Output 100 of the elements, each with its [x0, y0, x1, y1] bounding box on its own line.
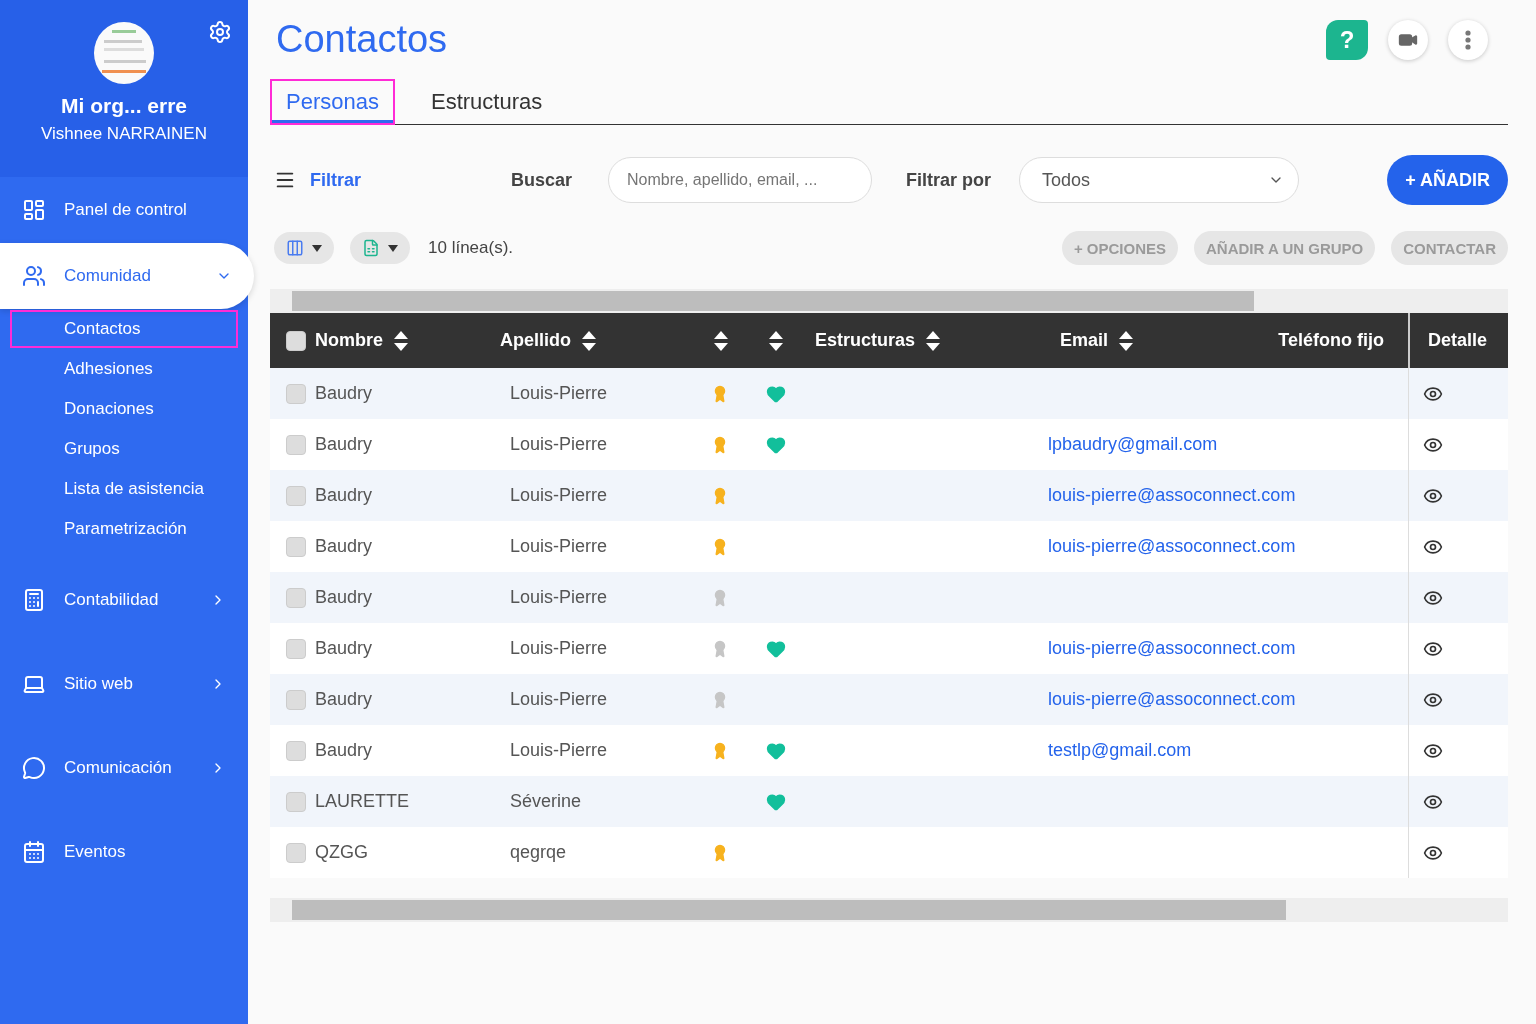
nav-item[interactable]: Panel de control	[0, 177, 248, 243]
column-header: Detalle	[1428, 330, 1488, 351]
table-cell: Séverine	[510, 791, 582, 812]
user-name: Vishnee NARRAINEN	[41, 124, 207, 144]
filter-by-label: Filtrar por	[906, 169, 992, 191]
scrollbar[interactable]	[270, 898, 1508, 922]
nav-subitem[interactable]: Parametrización	[10, 510, 238, 548]
column-header: Estructuras	[815, 330, 916, 351]
table-cell: Louis-Pierre	[510, 689, 608, 710]
sort-icon[interactable]	[393, 329, 409, 352]
sort-icon[interactable]	[1118, 329, 1135, 352]
email-link[interactable]: louis-pierre@assoconnect.com	[1048, 485, 1296, 506]
checkbox[interactable]	[286, 383, 306, 404]
table-row[interactable]: Baudry Louis-Pierre louis-pierre@assoconnect.com	[270, 623, 1508, 674]
nav-item[interactable]: Eventos	[0, 819, 248, 885]
table-row[interactable]: Baudry Louis-Pierre louis-pierre@assoconnect.com	[270, 674, 1508, 725]
checkbox[interactable]	[286, 740, 306, 761]
table-cell: Louis-Pierre	[510, 434, 608, 455]
table-cell: Louis-Pierre	[510, 638, 608, 659]
table-row[interactable]: Baudry Louis-Pierre louis-pierre@assoconnect.com	[270, 470, 1508, 521]
tab[interactable]: Personas	[270, 79, 395, 125]
calendar-icon	[22, 840, 46, 864]
table-row[interactable]: Baudry Louis-Pierre	[270, 572, 1508, 623]
table-cell: Louis-Pierre	[510, 536, 608, 557]
nav-subitem[interactable]: Grupos	[10, 430, 238, 468]
table-row[interactable]: QZGG qegrqe	[270, 827, 1508, 878]
columns-icon	[286, 239, 304, 257]
page-title: Contactos	[276, 18, 448, 61]
filter-dropdown[interactable]: Todos	[1019, 157, 1300, 203]
nav-item[interactable]: Comunidad	[0, 243, 254, 309]
checkbox[interactable]	[286, 536, 306, 557]
email-link[interactable]: testlp@gmail.com	[1048, 740, 1192, 761]
checkbox[interactable]	[286, 330, 306, 351]
table-row[interactable]: Baudry Louis-Pierre lpbaudry@gmail.com	[270, 419, 1508, 470]
nav-subitem[interactable]: Adhesiones	[10, 350, 238, 388]
filter-button[interactable]: Filtrar	[274, 169, 361, 191]
nav-item[interactable]: Comunicación	[0, 735, 248, 801]
column-header: Email	[1060, 330, 1109, 351]
more-button[interactable]	[1448, 19, 1488, 60]
checkbox[interactable]	[286, 791, 306, 812]
table-cell: qegrqe	[510, 842, 567, 863]
caret-icon	[312, 244, 322, 252]
table-cell: Baudry	[315, 587, 373, 608]
sort-icon[interactable]	[713, 329, 729, 352]
table-cell: Baudry	[315, 638, 373, 659]
table-cell: Louis-Pierre	[510, 485, 608, 506]
email-link[interactable]: louis-pierre@assoconnect.com	[1048, 689, 1296, 710]
table-cell: LAURETTE	[315, 791, 410, 812]
table-cell: Baudry	[315, 434, 373, 455]
checkbox[interactable]	[286, 434, 306, 455]
email-link[interactable]: louis-pierre@assoconnect.com	[1048, 536, 1296, 557]
people-icon	[22, 264, 46, 288]
search-label: Buscar	[511, 169, 573, 191]
nav-item[interactable]: Sitio web	[0, 651, 248, 717]
column-header: Nombre	[315, 330, 383, 351]
spreadsheet-icon	[362, 239, 380, 257]
checkbox[interactable]	[286, 485, 306, 506]
email-link[interactable]: lpbaudry@gmail.com	[1048, 434, 1218, 455]
checkbox[interactable]	[286, 587, 306, 608]
settings-icon[interactable]	[208, 20, 232, 44]
nav-subitem[interactable]: Contactos	[10, 310, 238, 348]
more-icon	[1465, 29, 1471, 50]
help-button[interactable]: ?	[1326, 19, 1368, 60]
add-button[interactable]: + AÑADIR	[1387, 155, 1508, 205]
table-row[interactable]: Baudry Louis-Pierre louis-pierre@assoconnect.com	[270, 521, 1508, 572]
scrollbar[interactable]	[270, 289, 1508, 313]
table-row[interactable]: Baudry Louis-Pierre testlp@gmail.com	[270, 725, 1508, 776]
columns-button[interactable]	[274, 232, 334, 264]
organization-name: Mi org... erre	[61, 94, 187, 118]
chat-bubble-icon	[22, 756, 46, 780]
table-cell: Baudry	[315, 536, 373, 557]
checkbox[interactable]	[286, 689, 306, 710]
table-cell: Baudry	[315, 383, 373, 404]
line-count: 10 línea(s).	[428, 238, 514, 258]
email-link[interactable]: louis-pierre@assoconnect.com	[1048, 638, 1296, 659]
video-button[interactable]	[1388, 19, 1428, 60]
search-field[interactable]: Nombre, apellido, email, ...	[608, 157, 873, 203]
sort-icon[interactable]	[768, 329, 784, 352]
tab[interactable]: Estructuras	[414, 79, 559, 125]
table-cell: Louis-Pierre	[510, 740, 608, 761]
column-header: Teléfono fijo	[1278, 330, 1384, 351]
table-row[interactable]: Baudry Louis-Pierre	[270, 368, 1508, 419]
dashboard-icon	[22, 198, 46, 222]
table-row[interactable]: LAURETTE Séverine	[270, 776, 1508, 827]
checkbox[interactable]	[286, 842, 306, 863]
calculator-icon	[22, 588, 46, 612]
table-cell: Baudry	[315, 740, 373, 761]
table-cell: Baudry	[315, 689, 373, 710]
table-cell: QZGG	[315, 842, 368, 863]
table-cell: Baudry	[315, 485, 373, 506]
column-header: Apellido	[500, 330, 571, 351]
sort-icon[interactable]	[925, 329, 942, 352]
table-cell: Louis-Pierre	[510, 587, 608, 608]
nav-subitem[interactable]: Donaciones	[10, 390, 238, 428]
caret-icon	[388, 244, 398, 252]
nav-item[interactable]: Contabilidad	[0, 567, 248, 633]
sort-icon[interactable]	[581, 329, 597, 352]
checkbox[interactable]	[286, 638, 306, 659]
nav-subitem[interactable]: Lista de asistencia	[10, 470, 238, 508]
table-cell: Louis-Pierre	[510, 383, 608, 404]
